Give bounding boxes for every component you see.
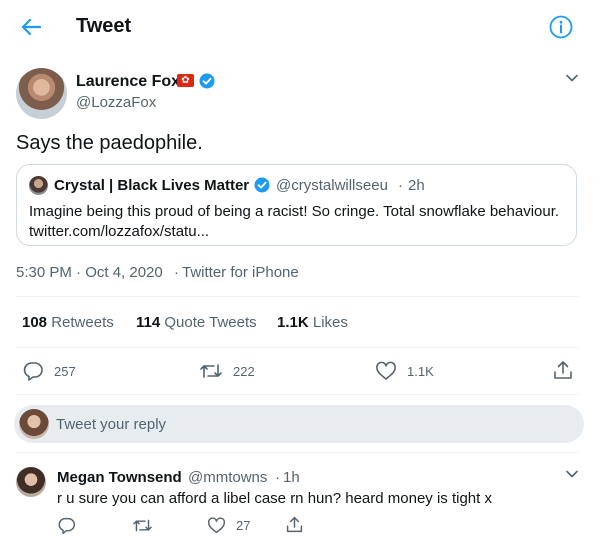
reply-text: r u sure you can afford a libel case rn … (57, 490, 492, 507)
likes-count: 1.1K (277, 314, 309, 331)
heart-icon (376, 361, 396, 380)
quoted-tweet-text: Imagine being this proud of being a raci… (29, 203, 560, 240)
quoted-author-name[interactable]: Crystal | Black Lives Matter (54, 177, 249, 194)
tweet-timestamp[interactable]: 5:30 PM · Oct 4, 2020 (16, 264, 163, 281)
separator-dot: · (174, 264, 179, 281)
reply-author-handle[interactable]: @mmtowns (188, 469, 267, 486)
author-avatar[interactable] (16, 68, 67, 119)
reply-placeholder: Tweet your reply (56, 416, 167, 433)
back-button[interactable] (14, 12, 48, 42)
share-button[interactable] (552, 359, 574, 381)
divider (16, 347, 579, 348)
reply-options-button[interactable] (564, 468, 580, 480)
reply-reply-button[interactable] (57, 516, 76, 535)
separator-dot: · (398, 177, 403, 194)
heart-icon (207, 517, 226, 534)
reply-like-button[interactable]: 27 (207, 516, 250, 535)
quote-tweets-stat[interactable]: 114 Quote Tweets (136, 314, 257, 331)
reply-count: 257 (54, 363, 76, 379)
info-button[interactable] (548, 14, 574, 40)
retweets-stat[interactable]: 108 Retweets (22, 314, 114, 331)
like-button[interactable]: 1.1K (375, 360, 434, 382)
hong-kong-flag-icon: ✿ (177, 74, 194, 87)
likes-label: Likes (312, 314, 348, 331)
reply-input[interactable]: Tweet your reply (14, 405, 584, 443)
reply-share-button[interactable] (285, 515, 304, 534)
quoted-timestamp[interactable]: 2h (408, 177, 425, 194)
quoted-author-avatar[interactable] (29, 176, 48, 195)
quote-tweets-count: 114 (136, 314, 161, 331)
reply-icon (23, 362, 43, 381)
like-count: 1.1K (407, 363, 434, 379)
reply-retweet-button[interactable] (132, 516, 153, 535)
separator-dot: · (275, 469, 280, 486)
divider (16, 452, 579, 453)
retweet-icon (133, 519, 152, 532)
reply-author-avatar[interactable] (16, 467, 46, 497)
likes-stat[interactable]: 1.1K Likes (277, 314, 348, 331)
divider (16, 394, 579, 395)
quoted-author-handle[interactable]: @crystalwillseeu (276, 177, 388, 194)
author-handle[interactable]: @LozzaFox (76, 94, 156, 111)
reply-timestamp[interactable]: 1h (283, 469, 300, 486)
retweet-count: 222 (233, 363, 255, 379)
quote-tweets-label: Quote Tweets (164, 314, 257, 331)
retweets-count: 108 (22, 314, 48, 331)
reply-icon (58, 517, 75, 535)
verified-badge-icon (254, 177, 270, 193)
retweet-icon (200, 364, 222, 378)
chevron-down-icon (566, 470, 578, 478)
chevron-down-icon (566, 74, 578, 82)
share-icon (286, 516, 303, 533)
divider (16, 296, 579, 297)
reply-like-count: 27 (236, 518, 251, 533)
quoted-tweet-card[interactable]: Crystal | Black Lives Matter @crystalwil… (16, 164, 577, 246)
verified-badge-icon (199, 73, 215, 89)
reply-author-name[interactable]: Megan Townsend (57, 469, 182, 486)
tweet-options-button[interactable] (564, 72, 580, 84)
tweet-text: Says the paedophile. (16, 132, 203, 154)
retweets-label: Retweets (51, 314, 114, 331)
author-name[interactable]: Laurence Fox (76, 73, 180, 91)
reply-button[interactable]: 257 (22, 360, 76, 382)
page-title: Tweet (76, 15, 132, 37)
back-arrow-icon (21, 18, 41, 36)
current-user-avatar (19, 409, 49, 439)
share-icon (554, 361, 572, 379)
retweet-button[interactable]: 222 (199, 360, 255, 382)
tweet-source[interactable]: Twitter for iPhone (182, 264, 299, 281)
info-icon (549, 15, 573, 39)
